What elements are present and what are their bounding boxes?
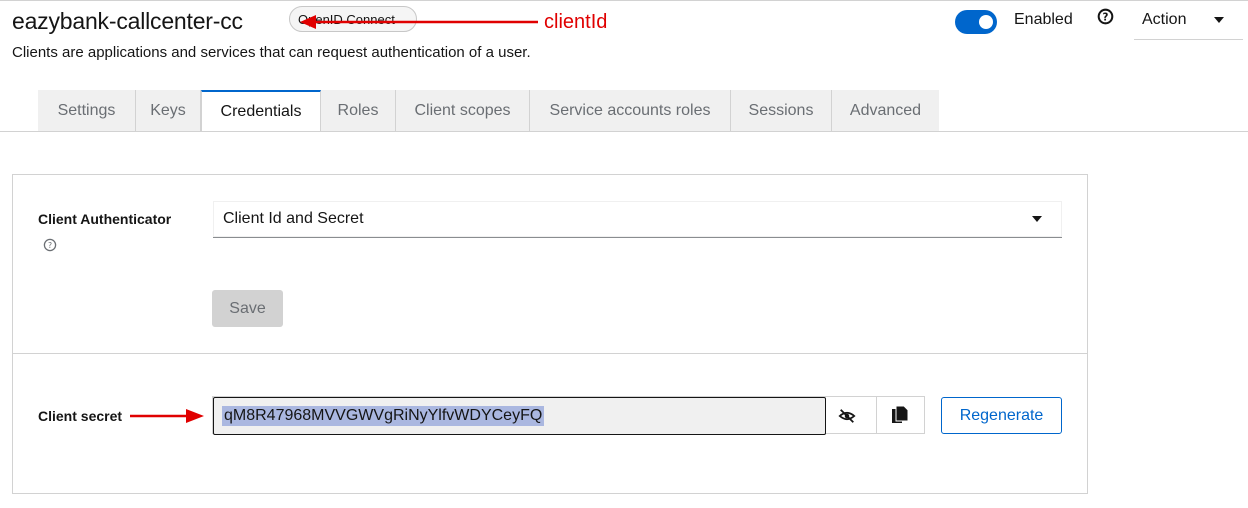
panel-divider bbox=[12, 353, 1088, 354]
select-value: Client Id and Secret bbox=[223, 210, 364, 227]
tab-sessions[interactable]: Sessions bbox=[731, 90, 832, 131]
client-secret-label: Client secret bbox=[38, 408, 123, 424]
page-subtitle: Clients are applications and services th… bbox=[12, 44, 531, 61]
tab-bar: Settings Keys Credentials Roles Client s… bbox=[38, 90, 939, 131]
annotation-arrow bbox=[130, 409, 204, 423]
tab-roles[interactable]: Roles bbox=[321, 90, 396, 131]
tab-advanced[interactable]: Advanced bbox=[832, 90, 939, 131]
client-secret-input[interactable]: qM8R47968MVVGWVgRiNyYlfvWDYCeyFQ bbox=[213, 397, 826, 435]
help-icon[interactable]: ? bbox=[1097, 8, 1114, 25]
enabled-label: Enabled bbox=[1014, 11, 1073, 28]
svg-text:?: ? bbox=[1103, 12, 1109, 23]
caret-down-icon bbox=[1214, 17, 1224, 23]
client-secret-value: qM8R47968MVVGWVgRiNyYlfvWDYCeyFQ bbox=[222, 406, 545, 426]
caret-down-icon bbox=[1032, 216, 1042, 222]
tab-client-scopes[interactable]: Client scopes bbox=[396, 90, 530, 131]
button-separator bbox=[876, 397, 877, 433]
tab-service-accounts-roles[interactable]: Service accounts roles bbox=[530, 90, 731, 131]
action-dropdown[interactable]: Action bbox=[1134, 0, 1243, 40]
top-border bbox=[0, 0, 1248, 1]
client-secret-group: qM8R47968MVVGWVgRiNyYlfvWDYCeyFQ bbox=[212, 396, 925, 435]
regenerate-button[interactable]: Regenerate bbox=[941, 397, 1062, 434]
page-title: eazybank-callcenter-cc bbox=[12, 8, 243, 34]
tab-keys[interactable]: Keys bbox=[136, 90, 201, 131]
client-authenticator-select[interactable]: Client Id and Secret bbox=[213, 201, 1062, 238]
tab-underline bbox=[0, 131, 1248, 132]
tab-settings[interactable]: Settings bbox=[38, 90, 136, 131]
tab-credentials[interactable]: Credentials bbox=[201, 90, 321, 131]
annotation-label: clientId bbox=[544, 11, 608, 33]
eye-slash-icon[interactable] bbox=[838, 407, 856, 425]
annotation-arrow bbox=[300, 15, 538, 29]
client-authenticator-label: Client Authenticator bbox=[38, 211, 172, 227]
save-button[interactable]: Save bbox=[212, 290, 283, 327]
svg-text:?: ? bbox=[48, 241, 52, 250]
enabled-toggle[interactable] bbox=[955, 10, 997, 34]
action-label: Action bbox=[1142, 11, 1187, 28]
help-icon[interactable]: ? bbox=[43, 238, 57, 252]
copy-icon[interactable] bbox=[891, 405, 909, 425]
toggle-knob bbox=[979, 15, 993, 29]
